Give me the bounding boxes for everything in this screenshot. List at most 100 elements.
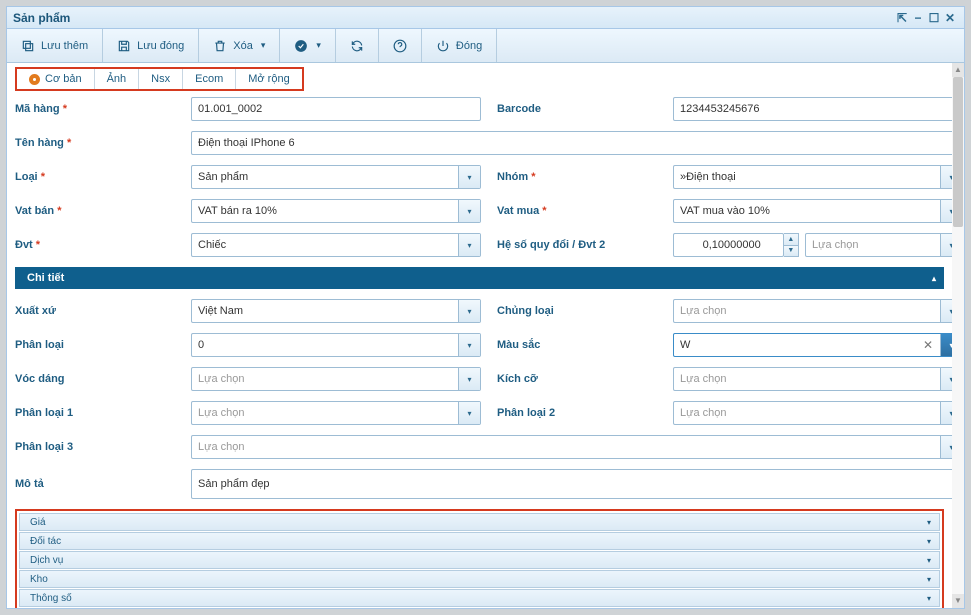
label-name: Tên hàng *: [15, 137, 175, 149]
save-close-button[interactable]: Lưu đóng: [103, 29, 199, 62]
classify2-select[interactable]: Lựa chọn▾: [673, 401, 952, 425]
main-form: Mã hàng * 01.001_0002 Barcode 1234453245…: [15, 97, 944, 257]
category-select[interactable]: Lựa chọn▾: [673, 299, 952, 323]
label-vat-sell: Vat bán *: [15, 205, 175, 217]
scroll-track[interactable]: [952, 77, 964, 594]
unit-select[interactable]: Chiếc▾: [191, 233, 481, 257]
minimize-icon[interactable]: −: [910, 12, 926, 24]
name-input[interactable]: Điện thoại IPhone 6: [191, 131, 952, 155]
tab-ecom[interactable]: Ecom: [183, 69, 236, 89]
window-title: Sản phẩm: [13, 11, 894, 25]
chevron-down-icon[interactable]: ▾: [458, 200, 480, 222]
spin-up-icon[interactable]: ▲: [784, 234, 798, 246]
save-more-button[interactable]: Lưu thêm: [7, 29, 103, 62]
copy-icon: [21, 39, 35, 53]
classify3-select[interactable]: Lựa chọn▾: [191, 435, 952, 459]
color-select[interactable]: W✕▾: [673, 333, 952, 357]
scroll-down-icon[interactable]: ▼: [952, 594, 964, 608]
help-icon: [393, 39, 407, 53]
shape-select[interactable]: Lựa chọn▾: [191, 367, 481, 391]
code-input[interactable]: 01.001_0002: [191, 97, 481, 121]
accordion-service[interactable]: Dịch vụ▾: [19, 551, 940, 569]
origin-select[interactable]: Việt Nam▾: [191, 299, 481, 323]
approve-button[interactable]: ▾: [280, 29, 336, 62]
chevron-down-icon[interactable]: ▾: [940, 436, 952, 458]
chevron-down-icon: ▾: [927, 537, 931, 546]
label-size: Kích cỡ: [497, 373, 657, 385]
chevron-down-icon[interactable]: ▾: [940, 200, 952, 222]
accordion-stock[interactable]: Kho▾: [19, 570, 940, 588]
chevron-down-icon: ▾: [316, 40, 321, 51]
vat-buy-select[interactable]: VAT mua vào 10%▾: [673, 199, 952, 223]
refresh-button[interactable]: [336, 29, 379, 62]
chevron-down-icon[interactable]: ▾: [458, 334, 480, 356]
label-vat-buy: Vat mua *: [497, 205, 657, 217]
accordion-price[interactable]: Giá▾: [19, 513, 940, 531]
scroll-up-icon[interactable]: ▲: [952, 63, 964, 77]
scroll-thumb[interactable]: [953, 77, 963, 227]
chevron-down-icon: ▾: [927, 518, 931, 527]
chevron-down-icon[interactable]: ▾: [940, 368, 952, 390]
accordion-panel: Giá▾ Đối tác▾ Dịch vụ▾ Kho▾ Thông số▾ Gh…: [15, 509, 944, 608]
label-classify2: Phân loại 2: [497, 407, 657, 419]
check-circle-icon: [294, 39, 308, 53]
chevron-down-icon[interactable]: ▾: [940, 300, 952, 322]
label-classify3: Phân loại 3: [15, 441, 175, 453]
ratio-spinner[interactable]: 0,10000000 ▲▼: [673, 233, 799, 257]
label-code: Mã hàng *: [15, 103, 175, 115]
vat-sell-select[interactable]: VAT bán ra 10%▾: [191, 199, 481, 223]
group-select[interactable]: »Điện thoại▾: [673, 165, 952, 189]
desc-input[interactable]: Sản phẩm đẹp: [191, 469, 952, 499]
chevron-down-icon[interactable]: ▾: [940, 166, 952, 188]
scroll-area[interactable]: Cơ bản Ảnh Nsx Ecom Mở rộng Mã hàng * 01…: [7, 63, 952, 608]
close-button[interactable]: Đóng: [422, 29, 497, 62]
tab-image[interactable]: Ảnh: [95, 69, 140, 89]
classify1-select[interactable]: Lựa chọn▾: [191, 401, 481, 425]
tab-nsx[interactable]: Nsx: [139, 69, 183, 89]
chevron-down-icon[interactable]: ▾: [458, 368, 480, 390]
chevron-down-icon[interactable]: ▾: [940, 234, 952, 256]
collapse-icon[interactable]: ▴: [932, 274, 936, 283]
barcode-input[interactable]: 1234453245676: [673, 97, 952, 121]
chevron-down-icon[interactable]: ▾: [458, 402, 480, 424]
chevron-down-icon: ▾: [927, 575, 931, 584]
chevron-down-icon[interactable]: ▾: [940, 402, 952, 424]
close-window-icon[interactable]: ✕: [942, 12, 958, 24]
chevron-down-icon: ▾: [927, 556, 931, 565]
label-desc: Mô tả: [15, 478, 175, 490]
spin-down-icon[interactable]: ▼: [784, 246, 798, 257]
label-classify1: Phân loại 1: [15, 407, 175, 419]
toolbar: Lưu thêm Lưu đóng Xóa ▾ ▾ Đóng: [7, 29, 964, 63]
vertical-scrollbar[interactable]: ▲ ▼: [952, 63, 964, 608]
save-icon: [117, 39, 131, 53]
accordion-spec[interactable]: Thông số▾: [19, 589, 940, 607]
product-window: Sản phẩm ⇱ − ☐ ✕ Lưu thêm Lưu đóng Xóa ▾…: [6, 6, 965, 609]
accordion-partner[interactable]: Đối tác▾: [19, 532, 940, 550]
label-category: Chủng loại: [497, 305, 657, 317]
chevron-down-icon: ▾: [261, 40, 266, 51]
radio-icon: [29, 74, 40, 85]
power-icon: [436, 39, 450, 53]
help-button[interactable]: [379, 29, 422, 62]
pin-icon[interactable]: ⇱: [894, 12, 910, 24]
chevron-down-icon[interactable]: ▾: [458, 300, 480, 322]
clear-icon[interactable]: ✕: [918, 334, 938, 356]
label-unit: Đvt *: [15, 239, 175, 251]
delete-button[interactable]: Xóa ▾: [199, 29, 280, 62]
detail-section-header[interactable]: Chi tiết ▴: [15, 267, 944, 289]
chevron-down-icon[interactable]: ▾: [458, 166, 480, 188]
maximize-icon[interactable]: ☐: [926, 12, 942, 24]
chevron-down-icon[interactable]: ▾: [940, 334, 952, 356]
titlebar: Sản phẩm ⇱ − ☐ ✕: [7, 7, 964, 29]
type-select[interactable]: Sản phẩm▾: [191, 165, 481, 189]
tab-basic[interactable]: Cơ bản: [17, 69, 95, 89]
chevron-down-icon[interactable]: ▾: [458, 234, 480, 256]
label-group: Nhóm *: [497, 171, 657, 183]
size-select[interactable]: Lựa chọn▾: [673, 367, 952, 391]
tab-extend[interactable]: Mở rộng: [236, 69, 301, 89]
classify-select[interactable]: 0▾: [191, 333, 481, 357]
label-origin: Xuất xứ: [15, 305, 175, 317]
unit2-select[interactable]: Lựa chọn▾: [805, 233, 952, 257]
ratio-pair: 0,10000000 ▲▼ Lựa chọn▾: [673, 233, 952, 257]
label-type: Loại *: [15, 171, 175, 183]
